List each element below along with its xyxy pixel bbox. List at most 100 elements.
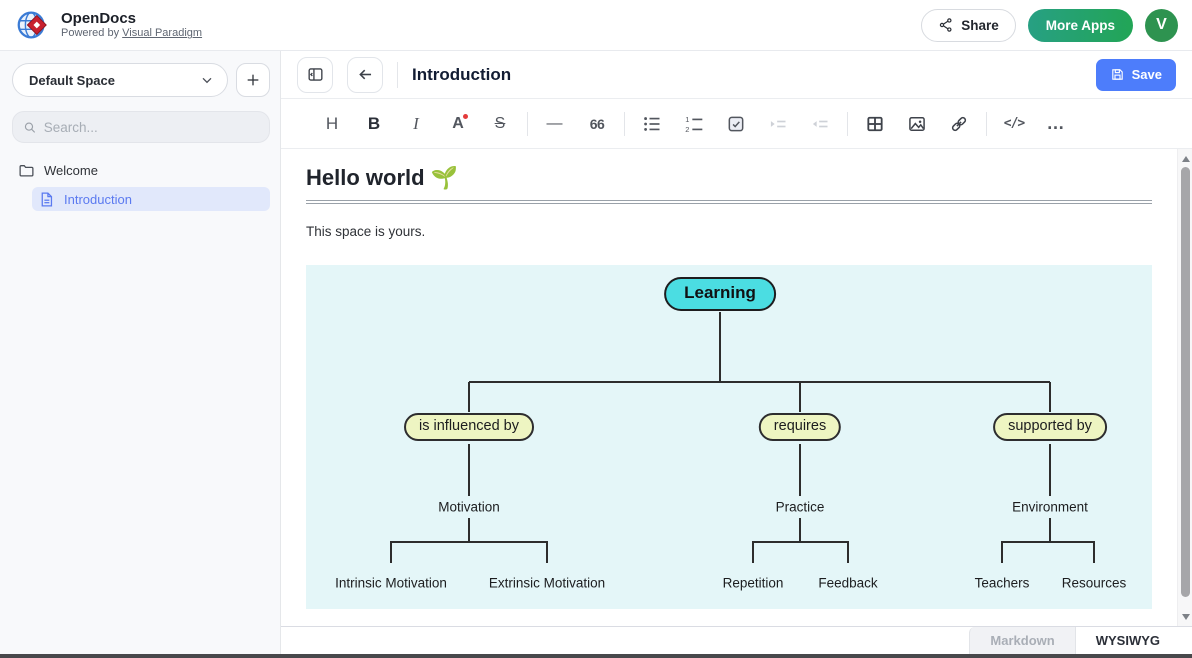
page-tree: Welcome Introduction <box>12 159 270 211</box>
divider <box>527 112 528 136</box>
image-icon <box>907 114 927 134</box>
indent-icon <box>768 114 788 134</box>
diagram-leaf-label: Feedback <box>814 576 881 591</box>
concept-map[interactable]: Learning is influenced by requires suppo… <box>306 265 1152 609</box>
font-color-button[interactable]: A <box>437 107 479 141</box>
arrow-left-icon <box>356 65 375 84</box>
space-selector[interactable]: Default Space <box>12 63 228 97</box>
bottom-edge <box>0 654 1192 658</box>
add-space-button[interactable] <box>236 63 270 97</box>
panel-toggle-icon <box>306 65 325 84</box>
code-button[interactable]: </> <box>993 107 1035 141</box>
outdent-icon <box>810 114 830 134</box>
document-header: Introduction Save <box>281 51 1192 99</box>
numbered-list-button[interactable]: 1 2 <box>673 107 715 141</box>
task-list-button[interactable] <box>715 107 757 141</box>
diagram-concept-label: Practice <box>772 500 829 515</box>
diagram-node-branch: supported by <box>993 413 1107 441</box>
bullet-list-icon <box>642 114 662 134</box>
share-button[interactable]: Share <box>921 9 1016 42</box>
diagram-leaf-label: Intrinsic Motivation <box>331 576 451 591</box>
doc-heading: Hello world 🌱 <box>306 165 1152 204</box>
save-button[interactable]: Save <box>1096 59 1176 91</box>
main-panel: Introduction Save H B I A S — 66 <box>281 51 1192 654</box>
sidebar-item-introduction[interactable]: Introduction <box>32 187 270 211</box>
plus-icon <box>245 72 261 88</box>
diagram-node-branch: is influenced by <box>404 413 534 441</box>
powered-by-text: Powered by <box>61 27 119 39</box>
scroll-down-arrow[interactable] <box>1178 609 1192 624</box>
italic-button[interactable]: I <box>395 107 437 141</box>
diagram-leaf-label: Resources <box>1058 576 1131 591</box>
search-input[interactable] <box>44 120 259 135</box>
opendocs-logo-icon <box>14 6 52 44</box>
heading-button[interactable]: H <box>311 107 353 141</box>
divider <box>847 112 848 136</box>
page-title: Introduction <box>412 65 511 85</box>
search-icon <box>23 120 37 135</box>
font-color-glyph: A <box>452 115 464 133</box>
diagram-node-root: Learning <box>664 277 776 311</box>
brand-block: OpenDocs Powered by Visual Paradigm <box>61 10 202 40</box>
status-bar: Markdown WYSIWYG <box>281 626 1192 654</box>
back-button[interactable] <box>347 57 383 93</box>
editor-area: Hello world 🌱 This space is yours. Learn… <box>281 149 1192 626</box>
divider <box>624 112 625 136</box>
save-icon <box>1110 67 1125 82</box>
diagram-leaf-label: Extrinsic Motivation <box>485 576 609 591</box>
more-apps-button[interactable]: More Apps <box>1028 9 1133 42</box>
table-button[interactable] <box>854 107 896 141</box>
save-label: Save <box>1132 67 1162 82</box>
tree-item-label: Welcome <box>44 163 98 178</box>
scroll-up-arrow[interactable] <box>1178 151 1192 166</box>
document-icon <box>38 191 55 208</box>
bold-button[interactable]: B <box>353 107 395 141</box>
indent-button[interactable] <box>757 107 799 141</box>
toggle-sidebar-button[interactable] <box>297 57 333 93</box>
app-title: OpenDocs <box>61 10 202 27</box>
tab-wysiwyg[interactable]: WYSIWYG <box>1076 627 1180 654</box>
vertical-scrollbar[interactable] <box>1177 149 1192 626</box>
formatting-toolbar: H B I A S — 66 1 2 <box>281 99 1192 149</box>
user-avatar[interactable]: V <box>1145 9 1178 42</box>
share-icon <box>938 17 954 33</box>
sidebar: Default Space Welcome <box>0 51 281 654</box>
svg-text:1: 1 <box>685 114 689 123</box>
chevron-down-icon <box>199 72 215 88</box>
divider <box>397 62 398 88</box>
image-button[interactable] <box>896 107 938 141</box>
checkbox-icon <box>726 114 746 134</box>
link-button[interactable] <box>938 107 980 141</box>
more-options-button[interactable]: … <box>1035 107 1077 141</box>
search-box[interactable] <box>12 111 270 143</box>
diagram-concept-label: Motivation <box>434 500 504 515</box>
diagram-concept-label: Environment <box>1008 500 1092 515</box>
scrollbar-thumb[interactable] <box>1181 167 1190 597</box>
bullet-list-button[interactable] <box>631 107 673 141</box>
link-icon <box>949 114 969 134</box>
tab-markdown[interactable]: Markdown <box>969 627 1075 654</box>
divider <box>986 112 987 136</box>
sidebar-item-welcome[interactable]: Welcome <box>12 159 270 181</box>
table-icon <box>865 114 885 134</box>
visual-paradigm-link[interactable]: Visual Paradigm <box>122 27 202 39</box>
svg-text:2: 2 <box>685 124 689 133</box>
top-bar: OpenDocs Powered by Visual Paradigm Shar… <box>0 0 1192 51</box>
color-dot <box>463 114 468 119</box>
outdent-button[interactable] <box>799 107 841 141</box>
blockquote-button[interactable]: 66 <box>576 107 618 141</box>
diagram-leaf-label: Repetition <box>719 576 788 591</box>
share-label: Share <box>961 18 999 33</box>
strikethrough-button[interactable]: S <box>479 107 521 141</box>
space-selector-value: Default Space <box>29 73 199 88</box>
tree-item-label: Introduction <box>64 192 132 207</box>
diagram-leaf-label: Teachers <box>971 576 1034 591</box>
numbered-list-icon: 1 2 <box>684 114 704 134</box>
diagram-node-branch: requires <box>759 413 841 441</box>
folder-icon <box>18 162 35 179</box>
editor-canvas[interactable]: Hello world 🌱 This space is yours. Learn… <box>281 149 1177 626</box>
opendocs-app: OpenDocs Powered by Visual Paradigm Shar… <box>0 0 1192 658</box>
doc-paragraph: This space is yours. <box>306 224 1152 239</box>
powered-by: Powered by Visual Paradigm <box>61 27 202 40</box>
horizontal-rule-button[interactable]: — <box>534 107 576 141</box>
